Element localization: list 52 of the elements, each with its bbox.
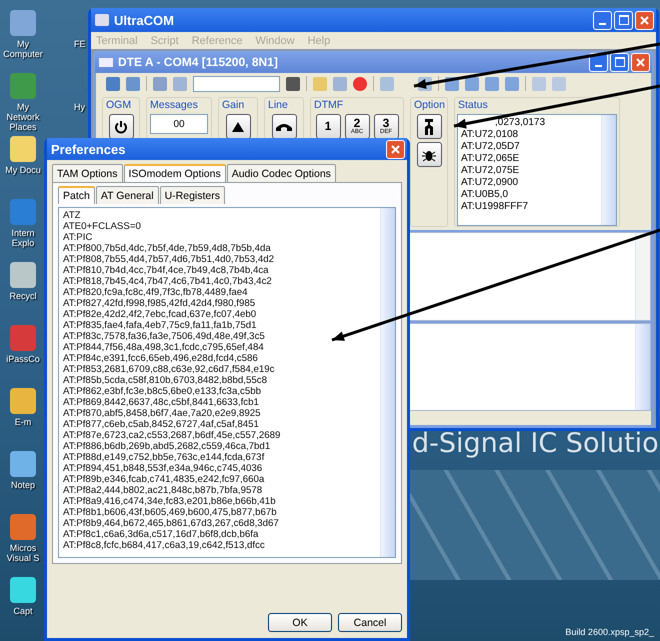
patch-line: AT:Pf820,fc9a,fc8c,4f9,7f3c,fb78,4489,fae4 [63,287,249,298]
patch-line: AT:Pf870,abf5,8458,b6f7,4ae,7a20,e2e9,8925 [63,408,262,419]
patch-line: AT:Pf88d,e149,c752,bb5e,763c,e144,fcda,673f [63,452,266,463]
patch-line: AT:Pf8b9,464,b672,465,b861,67d3,267,c6d8,3d67 [63,518,280,529]
build-label: Build 2600.xpsp_sp2_ [565,627,654,637]
status-line: AT:U72,075E [461,165,520,177]
patch-line: AT:Pf818,7b45,4c4,7b47,4c6,7b41,4c0,7b43,4c2 [63,276,273,287]
patch-line: AT:Pf827,42fd,f998,f985,42fd,42d4,f980,f985 [63,298,256,309]
patch-line: AT:Pf82e,42d2,4f2,7ebc,fcad,637e,fc07,4eb0 [63,309,258,320]
group-label: Messages [149,99,198,111]
group-label: Option [413,99,445,111]
patch-line: AT:Pf844,7f56,48a,498,3c1,fcdc,c795,65ef,484 [63,342,265,353]
patch-line: AT:Pf85b,5cda,c58f,810b,6703,8482,b8bd,55c8 [63,375,268,386]
wallpaper-caption: d-Signal IC Solutio [412,428,659,459]
dialog-title: Preferences [51,142,126,156]
group-label: Gain [221,99,244,111]
patch-line: AT:Pf89b,e346,fcab,c741,4835,e242,fc97,660a [63,474,266,485]
patch-line: AT:Pf810,7b4d,4cc,7b4f,4ce,7b49,4c8,7b4b,4ca [63,265,270,276]
patch-line: AT:Pf862,e3bf,fc3e,b8c5,6be0,e133,fc3a,c5bb [63,386,262,397]
patch-line: AT:Pf808,7b55,4d4,7b57,4d6,7b51,4d0,7b53,4d2 [63,254,275,265]
patch-line: AT:Pf877,c6eb,c5ab,8452,6727,4af,c5af,8451 [63,419,260,430]
group-label: Line [267,99,288,111]
window-title: DTE A - COM4 [115200, 8N1] [118,55,279,69]
patch-line: AT:Pf869,8442,6637,48c,c5bf,8441,6633,fcb1 [63,397,260,408]
patch-line: AT:Pf84c,e391,fcc6,65eb,496,e28d,fcd4,c586 [63,353,259,364]
window-title: UltraCOM [114,12,175,28]
status-line: AT:U72,0108 [461,129,520,141]
patch-line: AT:Pf886,b6db,269b,abd5,2682,c559,46ca,7bd1 [63,441,272,452]
patch-line: AT:Pf8b1,b606,43f,b605,469,b600,475,b877,b67b [63,507,278,518]
patch-line: ATZ [63,210,82,221]
patch-line: AT:PIC [63,232,94,243]
patch-line: AT:Pf8c1,c6a6,3d6a,c517,16d7,b6f8,dcb,b6fa [63,529,260,540]
group-label: DTMF [313,99,344,111]
patch-line: AT:Pf8a2,444,b802,ac21,848c,b87b,7bfa,9578 [63,485,264,496]
patch-line: AT:Pf87e,6723,ca2,c553,2687,b6df,45e,c557,2689 [63,430,282,441]
status-line: AT:U72,0900 [461,177,520,189]
patch-line: AT:Pf8a9,416,c474,34e,fc83,e201,b86e,b66b,41b [63,496,277,507]
patch-line: AT:Pf8c8,fcfc,b684,417,c6a3,19,c642,f513,dfcc [63,540,266,551]
status-line: AT:U72,065E [461,153,520,165]
message-count-field: 00 [150,114,208,134]
patch-line: ATE0+FCLASS=0 [63,221,142,232]
patch-line: AT:Pf894,451,b848,553f,e34a,946c,c745,4036 [63,463,264,474]
patch-line: AT:Pf800,7b5d,4dc,7b5f,4de,7b59,4d8,7b5b,4da [63,243,272,254]
patch-line: AT:Pf853,2681,6709,c88,c63e,92,c6d7,f584,e19c [63,364,276,375]
status-line: ,0273,0173 [494,117,546,129]
patch-line: AT:Pf83c,7578,fa36,fa3e,7506,49d,48e,49f,3c5 [63,331,266,342]
status-line: AT:U72,05D7 [461,141,521,153]
group-label: OGM [105,99,132,111]
status-line: AT:U0B5,0 [461,189,510,201]
group-label: Status [457,99,488,111]
status-line: AT:U1998FFF7 [461,201,530,213]
patch-line: AT:Pf835,fae4,fafa,4eb7,75c9,fa11,fa1b,75d1 [63,320,258,331]
